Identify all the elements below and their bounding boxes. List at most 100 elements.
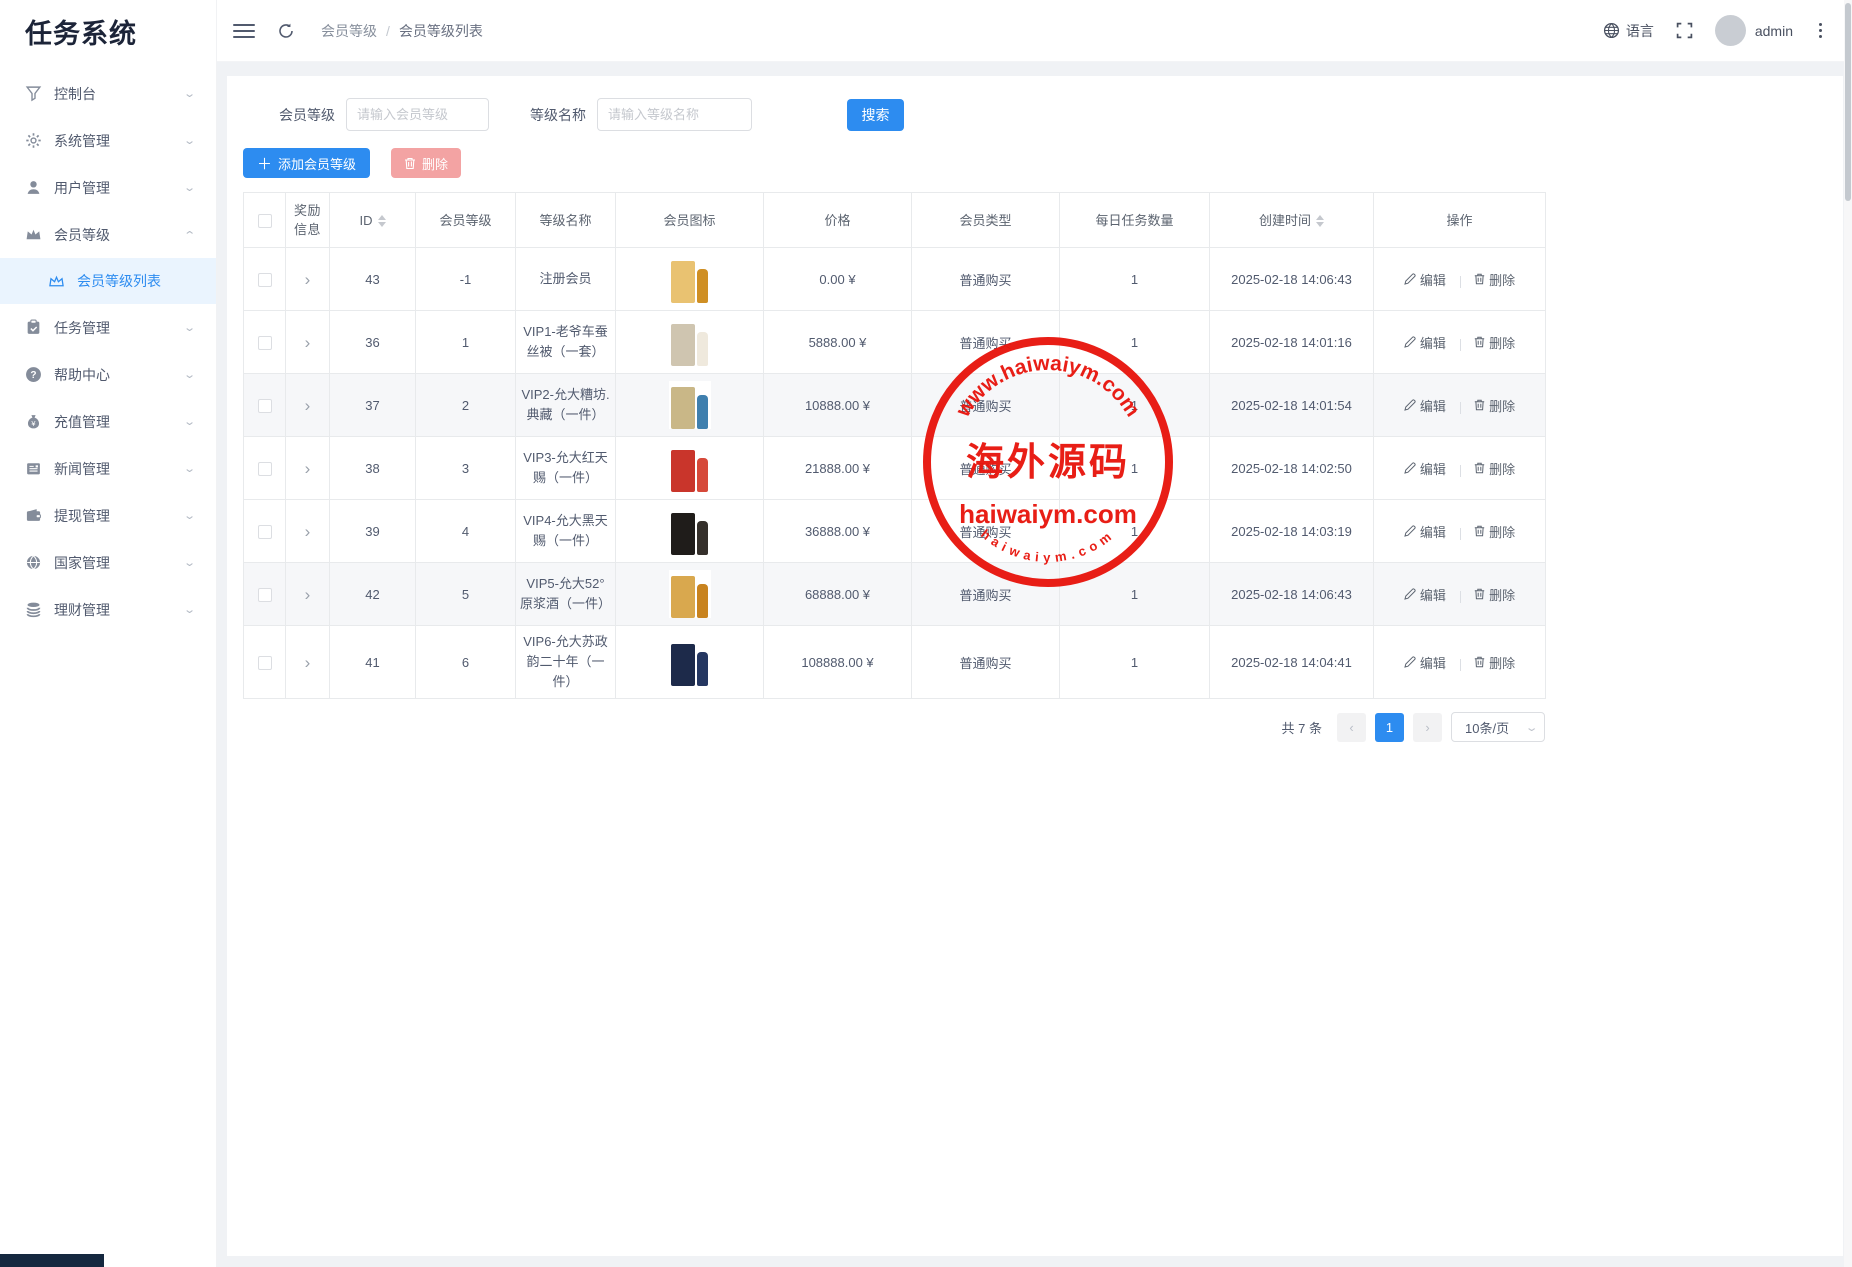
trash-icon bbox=[1474, 462, 1485, 474]
chevron-down-icon: ⌄ bbox=[1524, 721, 1538, 734]
bulk-delete-button[interactable]: 删除 bbox=[391, 148, 461, 178]
sidebar-item-finance[interactable]: 理财管理 ⌄ bbox=[0, 586, 216, 633]
expand-row-icon[interactable]: › bbox=[305, 523, 311, 540]
search-button[interactable]: 搜索 bbox=[847, 99, 904, 131]
main-content: 会员等级 等级名称 搜索 ＋ 添加会员等级 删除 bbox=[217, 62, 1852, 1267]
sidebar-item-tasks[interactable]: 任务管理 ⌄ bbox=[0, 304, 216, 351]
sidebar-item-news[interactable]: 新闻管理 ⌄ bbox=[0, 445, 216, 492]
col-member-type: 会员类型 bbox=[912, 193, 1060, 248]
delete-button[interactable]: 删除 bbox=[1474, 396, 1515, 415]
sidebar-item-member-level[interactable]: 会员等级 ⌄ bbox=[0, 211, 216, 258]
delete-button[interactable]: 删除 bbox=[1474, 333, 1515, 352]
sidebar-item-member-level-list[interactable]: 会员等级列表 bbox=[0, 258, 216, 304]
fullscreen-icon[interactable] bbox=[1676, 22, 1693, 39]
table-row: › 43 -1 注册会员 0.00 ¥ 普通购买 bbox=[244, 248, 1546, 311]
cell-created-time: 2025-02-18 14:03:19 bbox=[1210, 500, 1374, 563]
cell-id: 38 bbox=[330, 437, 416, 500]
member-level-filter-input[interactable] bbox=[346, 98, 489, 131]
row-checkbox[interactable] bbox=[258, 273, 272, 287]
sidebar-item-console[interactable]: 控制台 ⌄ bbox=[0, 70, 216, 117]
sidebar-item-help[interactable]: ? 帮助中心 ⌄ bbox=[0, 351, 216, 398]
col-id[interactable]: ID bbox=[330, 193, 416, 248]
sidebar-item-system[interactable]: 系统管理 ⌄ bbox=[0, 117, 216, 164]
scrollbar-thumb[interactable] bbox=[1845, 3, 1851, 201]
sort-icons[interactable] bbox=[378, 215, 386, 227]
row-checkbox[interactable] bbox=[258, 462, 272, 476]
edit-button[interactable]: 编辑 bbox=[1404, 333, 1446, 352]
username: admin bbox=[1755, 23, 1793, 39]
row-checkbox[interactable] bbox=[258, 656, 272, 670]
sidebar-menu: 控制台 ⌄ 系统管理 ⌄ 用户管理 ⌄ 会员等级 ⌄ bbox=[0, 62, 216, 633]
sidebar-item-users[interactable]: 用户管理 ⌄ bbox=[0, 164, 216, 211]
delete-button[interactable]: 删除 bbox=[1474, 522, 1515, 541]
expand-row-icon[interactable]: › bbox=[305, 334, 311, 351]
sidebar-item-country[interactable]: 国家管理 ⌄ bbox=[0, 539, 216, 586]
member-icon-image bbox=[669, 570, 711, 618]
row-checkbox[interactable] bbox=[258, 336, 272, 350]
cell-level-name: VIP2-允大糟坊.典藏（一件） bbox=[516, 374, 616, 437]
more-options-icon[interactable] bbox=[1815, 19, 1826, 42]
cell-member-level: 1 bbox=[416, 311, 516, 374]
expand-row-icon[interactable]: › bbox=[305, 460, 311, 477]
clipboard-check-icon bbox=[25, 319, 42, 336]
table-header-row: 奖励信息 ID 会员等级 等级名称 会员图标 价格 会员类型 每日任务数量 创建… bbox=[244, 193, 1546, 248]
question-circle-icon: ? bbox=[25, 366, 42, 383]
language-switcher[interactable]: 语言 bbox=[1603, 21, 1654, 41]
edit-button[interactable]: 编辑 bbox=[1404, 270, 1446, 289]
cell-member-type: 普通购买 bbox=[912, 626, 1060, 699]
prev-page-button[interactable]: ‹ bbox=[1337, 713, 1366, 742]
delete-button[interactable]: 删除 bbox=[1474, 585, 1515, 604]
globe-icon bbox=[25, 554, 42, 571]
next-page-button[interactable]: › bbox=[1413, 713, 1442, 742]
chevron-down-icon: ⌄ bbox=[183, 134, 196, 147]
app-title: 任务系统 bbox=[0, 0, 216, 62]
expand-row-icon[interactable]: › bbox=[305, 271, 311, 288]
cell-level-name: VIP5-允大52°原浆酒（一件） bbox=[516, 563, 616, 626]
expand-row-icon[interactable]: › bbox=[305, 397, 311, 414]
cell-price: 0.00 ¥ bbox=[764, 248, 912, 311]
current-page[interactable]: 1 bbox=[1375, 713, 1404, 742]
col-created-time[interactable]: 创建时间 bbox=[1210, 193, 1374, 248]
member-level-table: 奖励信息 ID 会员等级 等级名称 会员图标 价格 会员类型 每日任务数量 创建… bbox=[243, 192, 1827, 699]
member-icon-image bbox=[669, 507, 711, 555]
sidebar-item-recharge[interactable]: ¥ 充值管理 ⌄ bbox=[0, 398, 216, 445]
globe-icon bbox=[1603, 22, 1620, 39]
edit-button[interactable]: 编辑 bbox=[1404, 653, 1446, 672]
user-menu[interactable]: admin bbox=[1715, 15, 1793, 46]
delete-button[interactable]: 删除 bbox=[1474, 653, 1515, 672]
table-row: › 42 5 VIP5-允大52°原浆酒（一件） 68888.00 ¥ bbox=[244, 563, 1546, 626]
expand-row-icon[interactable]: › bbox=[305, 654, 311, 671]
delete-button[interactable]: 删除 bbox=[1474, 459, 1515, 478]
cell-member-type: 普通购买 bbox=[912, 500, 1060, 563]
delete-button[interactable]: 删除 bbox=[1474, 270, 1515, 289]
cell-id: 36 bbox=[330, 311, 416, 374]
edit-button[interactable]: 编辑 bbox=[1404, 459, 1446, 478]
page-size-select[interactable]: 10条/页 ⌄ bbox=[1451, 712, 1545, 742]
cell-level-name: 注册会员 bbox=[516, 248, 616, 311]
pencil-icon bbox=[1404, 656, 1416, 668]
cell-created-time: 2025-02-18 14:04:41 bbox=[1210, 626, 1374, 699]
page-scrollbar[interactable] bbox=[1844, 0, 1852, 1267]
edit-button[interactable]: 编辑 bbox=[1404, 522, 1446, 541]
refresh-icon[interactable] bbox=[277, 22, 295, 40]
add-member-level-button[interactable]: ＋ 添加会员等级 bbox=[243, 148, 370, 178]
sidebar-bottom-bar bbox=[0, 1254, 104, 1267]
col-member-level: 会员等级 bbox=[416, 193, 516, 248]
expand-row-icon[interactable]: › bbox=[305, 586, 311, 603]
sidebar-item-withdraw[interactable]: 提现管理 ⌄ bbox=[0, 492, 216, 539]
plus-icon: ＋ bbox=[257, 153, 272, 174]
member-icon-image bbox=[669, 638, 711, 686]
row-checkbox[interactable] bbox=[258, 525, 272, 539]
level-name-filter-input[interactable] bbox=[597, 98, 752, 131]
cell-price: 10888.00 ¥ bbox=[764, 374, 912, 437]
row-checkbox[interactable] bbox=[258, 588, 272, 602]
edit-button[interactable]: 编辑 bbox=[1404, 396, 1446, 415]
sort-icons[interactable] bbox=[1316, 215, 1324, 227]
edit-button[interactable]: 编辑 bbox=[1404, 585, 1446, 604]
filter-bar: 会员等级 等级名称 搜索 bbox=[243, 98, 1827, 131]
crown-icon bbox=[25, 226, 42, 243]
hamburger-menu-icon[interactable] bbox=[233, 20, 255, 42]
select-all-checkbox[interactable] bbox=[258, 214, 272, 228]
row-checkbox[interactable] bbox=[258, 399, 272, 413]
breadcrumb-member-level[interactable]: 会员等级 bbox=[321, 21, 377, 41]
